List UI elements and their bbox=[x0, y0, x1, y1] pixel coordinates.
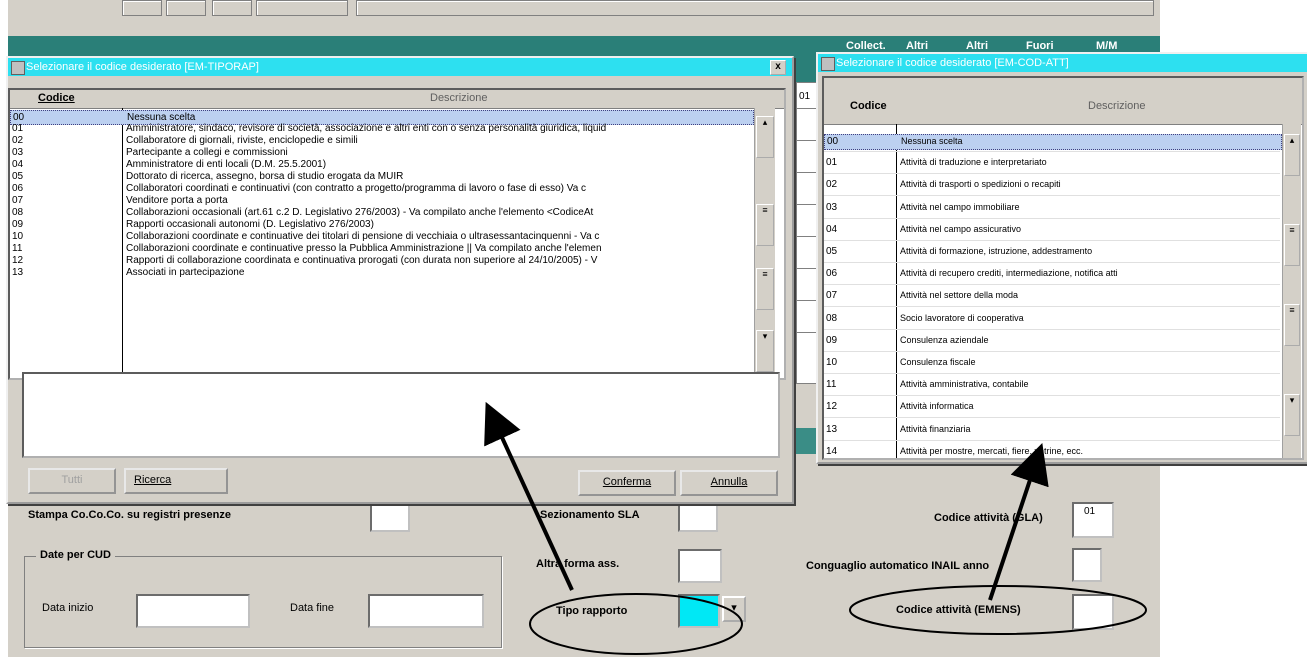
annotation-overlay bbox=[484, 401, 1147, 655]
arrow-to-codice-attivita bbox=[988, 443, 1049, 601]
arrow-to-tipo-rapporto bbox=[484, 401, 574, 591]
highlight-ellipse-tipo-rapporto bbox=[529, 593, 743, 655]
highlight-ellipse-emens bbox=[849, 585, 1147, 635]
